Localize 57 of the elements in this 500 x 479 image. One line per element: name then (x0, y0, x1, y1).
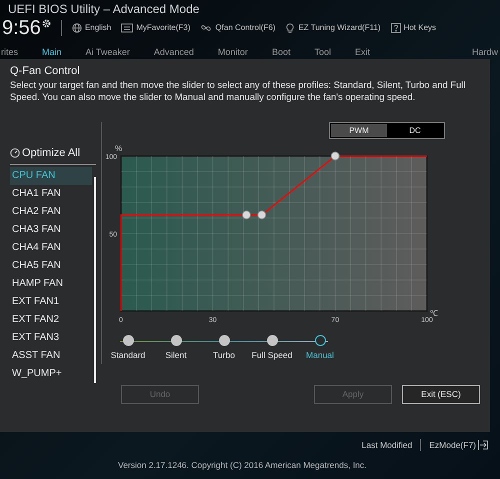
panel-description: Select your target fan and then move the slider to select any of these profiles: Standard, Silent, Turbo and Full Speed. You can also move the slider to Manual and manually configure the fan's operating speed. (10, 79, 466, 103)
scrollbar[interactable] (94, 176, 96, 382)
profile-label[interactable]: Standard (110, 349, 146, 362)
window-title: UEFI BIOS Utility – Advanced Mode (8, 2, 200, 17)
header-menu-item[interactable]: Hot Keys (390, 22, 436, 34)
profile-stop[interactable] (266, 335, 278, 346)
profile-stop[interactable] (314, 335, 326, 346)
menu-tab[interactable]: Advanced (154, 47, 194, 57)
action-button[interactable]: Exit (ESC) (402, 385, 480, 404)
fan-list-item[interactable]: ASST FAN (10, 346, 92, 364)
fan-list-item[interactable]: HAMP FAN (10, 274, 92, 292)
profile-label[interactable]: Manual (306, 349, 334, 362)
fan-list-item[interactable]: EXT FAN2 (10, 310, 92, 328)
lightbulb-icon (285, 23, 296, 33)
gauge-icon (10, 148, 20, 158)
menu-tab[interactable]: Monitor (218, 47, 248, 57)
mode-toggle-option[interactable]: PWM (331, 124, 387, 137)
x-axis-label: ℃ (430, 309, 438, 318)
last-modified-link[interactable]: Last Modified (362, 438, 412, 452)
menu-tab[interactable]: Ai Tweaker (86, 47, 130, 57)
fan-list-item[interactable]: CHA3 FAN (10, 220, 92, 238)
menu-tab[interactable]: Boot (272, 47, 290, 57)
fan-list-item[interactable]: CPU FAN (10, 166, 92, 184)
hardware-tab[interactable]: Hardw (472, 47, 498, 57)
menu-tab[interactable]: Tool (314, 47, 331, 57)
header-menu-item[interactable]: EZ Tuning Wizard(F11) (285, 22, 381, 34)
gear-icon[interactable] (42, 18, 51, 28)
header-menu-item[interactable]: MyFavorite(F3) (121, 22, 190, 34)
ez-mode-button[interactable]: EzMode(F7) (429, 438, 488, 452)
globe-icon (72, 23, 82, 33)
fan-list-item[interactable]: CHA5 FAN (10, 256, 92, 274)
list-icon (121, 23, 134, 33)
optimize-all-button[interactable]: Optimize All (10, 145, 96, 164)
fan-list-item[interactable]: CHA2 FAN (10, 202, 92, 220)
help-icon (390, 23, 401, 33)
clock-time: 9:56 (1, 17, 41, 39)
fan-list-item[interactable]: CHA1 FAN (10, 184, 92, 202)
menu-tab[interactable]: Main (42, 47, 62, 57)
menu-tab[interactable]: Exit (354, 47, 370, 57)
fan-list-item[interactable]: W_PUMP+ (10, 364, 92, 382)
version-text: Version 2.17.1246. Copyright (C) 2016 American Megatrends, Inc. (118, 459, 368, 472)
y-axis-label: % (115, 144, 122, 153)
panel-title: Q-Fan Control (10, 64, 81, 78)
exit-arrow-icon (478, 440, 488, 450)
profile-label[interactable]: Silent (165, 349, 187, 362)
menu-tab[interactable]: rites (1, 47, 18, 57)
header-menu-item[interactable]: English (72, 22, 112, 34)
profile-label[interactable]: Turbo (213, 349, 235, 362)
profile-stop[interactable] (170, 335, 182, 346)
curve-handle[interactable] (330, 152, 340, 160)
profile-stop[interactable] (218, 335, 230, 346)
profile-stop[interactable] (122, 335, 134, 346)
profile-label[interactable]: Full Speed (252, 349, 292, 362)
fan-list-item[interactable]: EXT FAN1 (10, 292, 92, 310)
header-menu-item[interactable]: Qfan Control(F6) (200, 22, 276, 34)
fan-list-item[interactable]: EXT FAN3 (10, 328, 92, 346)
fan-list-item[interactable]: CHA4 FAN (10, 238, 92, 256)
